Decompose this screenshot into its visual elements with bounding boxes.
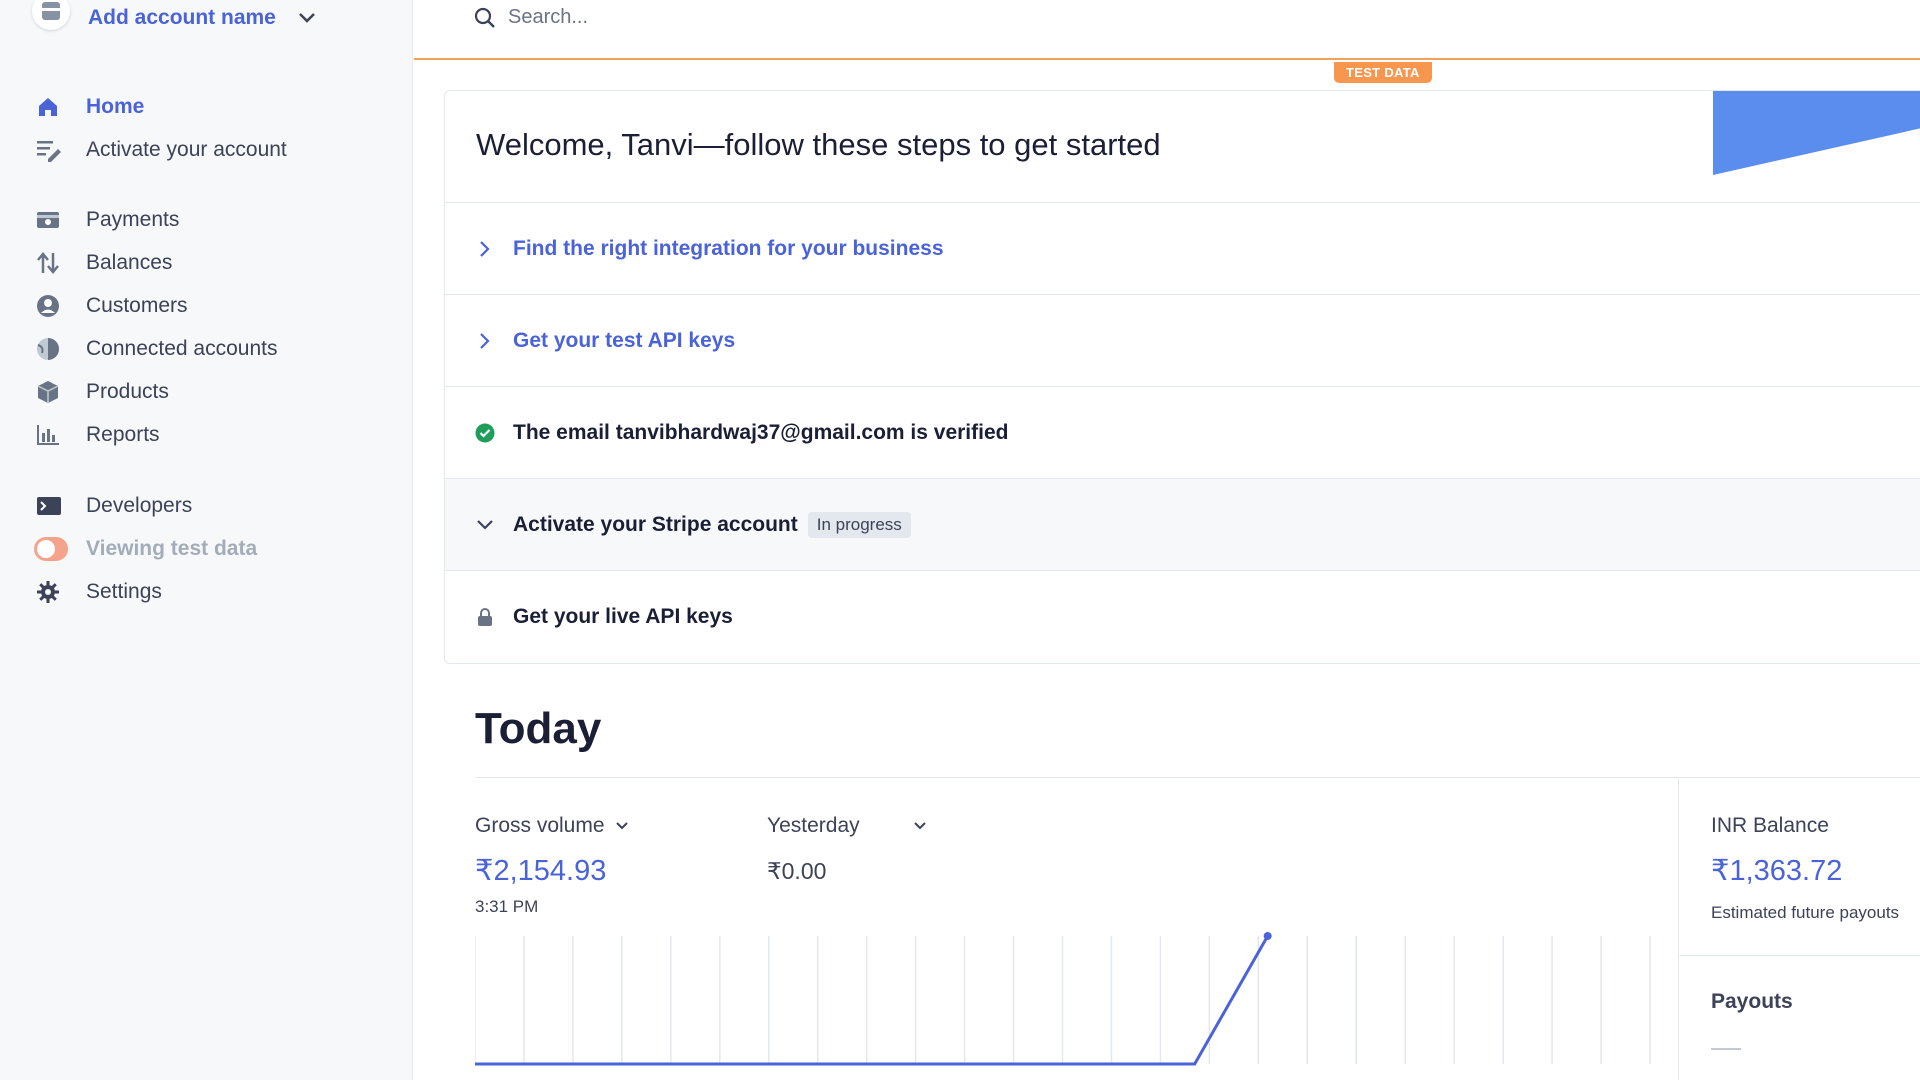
sidebar-item-label: Connected accounts xyxy=(86,337,278,360)
page-title: Welcome, Tanvi—follow these steps to get… xyxy=(476,127,1161,162)
payouts-empty-dash xyxy=(1711,1048,1741,1050)
home-icon xyxy=(36,93,68,121)
sidebar-item-label: Reports xyxy=(86,423,160,446)
sidebar-item-label: Products xyxy=(86,380,169,403)
balance-sub: Estimated future payouts xyxy=(1711,903,1900,922)
balance-label: INR Balance xyxy=(1711,814,1829,838)
sidebar-item-label: Customers xyxy=(86,294,188,317)
compare-period-label: Yesterday xyxy=(767,814,860,837)
gross-volume-label: Gross volume xyxy=(475,814,605,837)
sidebar-item-label: Settings xyxy=(86,580,162,603)
step-label: Get your live API keys xyxy=(513,605,733,628)
gross-volume-chart xyxy=(475,932,1651,1066)
get-started-card: Welcome, Tanvi—follow these steps to get… xyxy=(444,90,1920,664)
balance-label-text: INR Balance xyxy=(1711,814,1829,837)
sidebar-item-settings[interactable]: Settings xyxy=(36,575,396,609)
test-data-toggle[interactable] xyxy=(34,535,68,563)
sidebar: Add account name Home Activate your acco… xyxy=(0,0,413,1080)
sidebar-item-developers[interactable]: Developers xyxy=(36,489,396,523)
step-label: The email tanvibhardwaj37@gmail.com is v… xyxy=(513,420,1009,444)
status-badge: In progress xyxy=(807,511,911,538)
search-icon xyxy=(474,7,495,28)
sidebar-item-customers[interactable]: Customers xyxy=(36,289,396,323)
divider xyxy=(1678,778,1679,1080)
payouts-label: Payouts xyxy=(1711,990,1793,1013)
sidebar-item-payments[interactable]: Payments xyxy=(36,203,396,237)
chevron-right-icon xyxy=(475,240,495,258)
step-test-api-keys[interactable]: Get your test API keys xyxy=(445,295,1920,387)
step-email-verified: The email tanvibhardwaj37@gmail.com is v… xyxy=(445,387,1920,479)
sidebar-item-connected-accounts[interactable]: Connected accounts xyxy=(36,332,396,366)
sidebar-item-label: Home xyxy=(86,95,145,118)
step-live-api-keys: Get your live API keys xyxy=(445,571,1920,663)
step-label: Get your test API keys xyxy=(513,328,736,352)
account-switcher[interactable]: Add account name xyxy=(32,0,316,36)
wallet-icon xyxy=(36,206,68,234)
chevron-down-icon xyxy=(615,822,628,830)
sidebar-item-label: Payments xyxy=(86,208,180,231)
divider xyxy=(475,777,1920,778)
arrows-icon xyxy=(36,249,68,277)
today-heading: Today xyxy=(475,704,602,753)
store-icon xyxy=(32,0,70,30)
lock-icon xyxy=(475,607,495,627)
sidebar-item-balances[interactable]: Balances xyxy=(36,246,396,280)
balance-value[interactable]: ₹1,363.72 xyxy=(1711,853,1842,888)
box-icon xyxy=(36,378,68,406)
gross-volume-time: 3:31 PM xyxy=(475,897,539,916)
sidebar-item-home[interactable]: Home xyxy=(36,90,396,124)
account-name: Add account name xyxy=(88,6,276,29)
sidebar-item-test-data-toggle[interactable]: Viewing test data xyxy=(34,532,396,566)
sidebar-item-activate-account[interactable]: Activate your account xyxy=(36,133,396,167)
chevron-down-icon xyxy=(475,519,495,531)
gear-icon xyxy=(36,578,68,606)
chart-point[interactable] xyxy=(1263,932,1272,940)
sidebar-item-label: Developers xyxy=(86,494,193,517)
divider xyxy=(1679,955,1920,956)
test-data-badge: TEST DATA xyxy=(1334,62,1432,83)
search-placeholder: Search... xyxy=(508,6,589,28)
sidebar-item-label: Balances xyxy=(86,251,173,274)
chevron-down-icon xyxy=(298,13,315,23)
compare-period-selector[interactable]: Yesterday xyxy=(767,814,927,838)
gross-volume-selector[interactable]: Gross volume xyxy=(475,814,629,838)
sidebar-item-reports[interactable]: Reports xyxy=(36,418,396,452)
chart-series-line xyxy=(475,935,1269,1066)
user-icon xyxy=(36,292,68,320)
sidebar-item-label: Activate your account xyxy=(86,138,287,161)
gross-volume-value[interactable]: ₹2,154.93 xyxy=(475,853,606,888)
step-label: Find the right integration for your busi… xyxy=(513,236,944,260)
step-label: Activate your Stripe account xyxy=(513,512,798,536)
globe-icon xyxy=(36,335,68,363)
top-bar: Search... xyxy=(414,0,1920,60)
search-input[interactable]: Search... xyxy=(474,6,588,29)
check-circle-icon xyxy=(475,423,495,443)
step-activate-stripe[interactable]: Activate your Stripe account In progress xyxy=(445,479,1920,571)
step-find-integration[interactable]: Find the right integration for your busi… xyxy=(445,203,1920,295)
chevron-right-icon xyxy=(475,332,495,350)
sidebar-item-products[interactable]: Products xyxy=(36,375,396,409)
chevron-down-icon xyxy=(914,822,926,830)
sidebar-item-label: Viewing test data xyxy=(86,537,258,560)
bar-chart-icon xyxy=(36,421,68,449)
terminal-icon xyxy=(36,492,68,520)
compare-period-value: ₹0.00 xyxy=(767,858,827,884)
edit-list-icon xyxy=(36,136,68,164)
decorative-banner xyxy=(1713,91,1920,175)
card-header: Welcome, Tanvi—follow these steps to get… xyxy=(445,91,1920,203)
